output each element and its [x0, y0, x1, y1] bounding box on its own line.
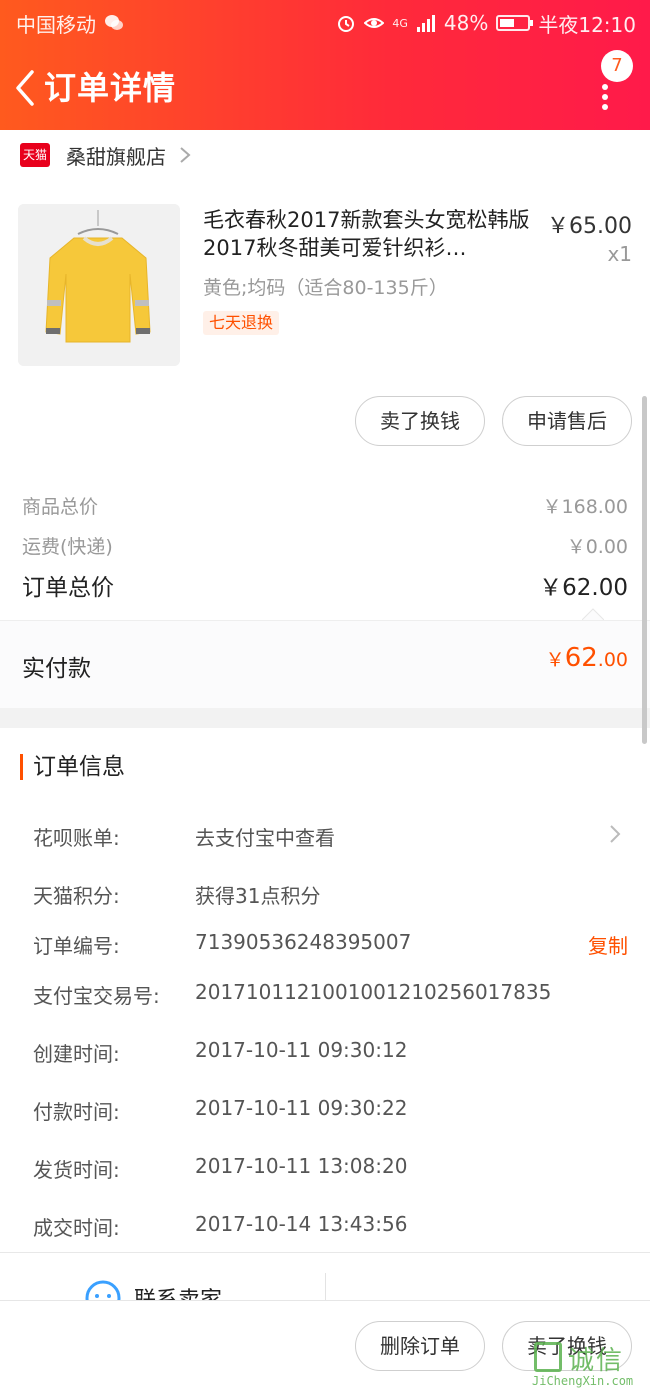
product-title[interactable]: 毛衣春秋2017新款套头女宽松韩版 2017秋冬甜美可爱针织衫…: [203, 206, 543, 262]
order-total-value: ￥62.00: [539, 575, 628, 601]
shipping-row: 运费(快递) ￥0.00: [22, 532, 628, 559]
info-label: 订单编号:: [33, 934, 120, 958]
shipping-value: ￥0.00: [566, 536, 628, 558]
divider: [325, 1273, 326, 1300]
huabei-row[interactable]: 花呗账单: 去支付宝中查看: [33, 822, 628, 851]
paid-decimal: .00: [597, 649, 628, 671]
paid-label: 实付款: [22, 656, 91, 682]
info-label: 发货时间:: [33, 1158, 120, 1182]
tmall-logo: 天猫: [20, 143, 50, 167]
contact-seller-button[interactable]: 联系卖家: [84, 1279, 222, 1300]
goods-total-value: ￥168.00: [542, 496, 628, 518]
order-total-label: 订单总价: [22, 575, 114, 601]
goods-total-label: 商品总价: [22, 496, 99, 518]
contact-seller-label: 联系卖家: [134, 1282, 222, 1300]
product-price: ￥65.00: [547, 214, 632, 239]
delete-order-button[interactable]: 删除订单: [355, 1321, 485, 1371]
carrier-name: 中国移动: [16, 12, 96, 37]
info-label: 花呗账单:: [33, 826, 120, 850]
info-value: 2017-10-14 13:43:56: [195, 1212, 408, 1236]
info-value: 71390536248395007: [195, 930, 412, 954]
return-policy-tag: 七天退换: [203, 311, 280, 335]
chat-icon: [85, 1280, 121, 1300]
info-label: 创建时间:: [33, 1042, 120, 1066]
message-badge: 7: [601, 50, 633, 82]
eye-icon: [364, 18, 385, 28]
signal-icon: [416, 15, 435, 32]
nav-bar: 订单详情 7: [0, 50, 650, 118]
network-type: 4G: [392, 16, 408, 30]
copy-button[interactable]: 复制: [588, 930, 628, 959]
battery-icon: [496, 15, 534, 31]
sell-exchange-button[interactable]: 卖了换钱: [355, 396, 485, 446]
info-value: 去支付宝中查看: [195, 826, 335, 850]
info-label: 成交时间:: [33, 1216, 120, 1240]
order-info-section: 订单信息 花呗账单: 去支付宝中查看 天猫积分: 获得31点积分 订单编号: 7…: [0, 728, 650, 1252]
info-value: 2017-10-11 09:30:12: [195, 1038, 408, 1062]
watermark-logo: [534, 1342, 562, 1372]
shipped-time-row: 发货时间: 2017-10-11 13:08:20: [33, 1154, 628, 1183]
product-quantity: x1: [607, 242, 632, 266]
battery-percent: 48%: [443, 11, 489, 35]
chevron-right-icon: [180, 147, 191, 163]
paid-amount: ￥62.00: [546, 643, 628, 673]
info-label: 天猫积分:: [33, 884, 120, 908]
chevron-right-icon: [610, 825, 621, 843]
carrier-group: 中国移动: [16, 9, 124, 38]
product-image[interactable]: [18, 204, 180, 366]
watermark-text: 诚信: [568, 1346, 625, 1376]
order-info-title: 订单信息: [20, 754, 125, 780]
info-label: 付款时间:: [33, 1100, 120, 1124]
alarm-icon: [338, 16, 355, 32]
contact-bar: 联系卖家: [0, 1252, 650, 1300]
page-title: 订单详情: [44, 69, 177, 107]
order-number-row: 订单编号: 71390536248395007 复制: [33, 930, 628, 959]
order-total-row: 订单总价 ￥62.00: [22, 568, 628, 602]
paid-amount-box: 实付款 ￥62.00: [0, 620, 650, 708]
watermark-url: JiChengXin.com: [532, 1374, 634, 1388]
paid-integer: 62: [564, 643, 598, 673]
info-label: 支付宝交易号:: [33, 984, 160, 1008]
status-bar: 中国移动 4G 48% 半夜12:10: [16, 8, 636, 38]
goods-total-row: 商品总价 ￥168.00: [22, 492, 628, 519]
scrollbar[interactable]: [642, 396, 647, 744]
clock: 半夜12:10: [538, 12, 636, 37]
status-icons: 4G 48% 半夜12:10: [336, 9, 636, 38]
more-button[interactable]: 7: [590, 50, 633, 110]
shop-row[interactable]: 天猫 桑甜旗舰店: [20, 140, 192, 170]
more-icon: [602, 84, 608, 110]
header: 中国移动 4G 48% 半夜12:10 订单详情 7: [0, 0, 650, 130]
alipay-trade-row: 支付宝交易号: 2017101121001001210256017835: [33, 980, 628, 1009]
sweater-illustration: [18, 204, 180, 366]
created-time-row: 创建时间: 2017-10-11 09:30:12: [33, 1038, 628, 1067]
product-sku: 黄色;均码（适合80-135斤）: [203, 277, 448, 299]
order-card: 天猫 桑甜旗舰店 毛衣春秋2017新款套头女宽松韩版 2017秋冬甜美可爱针织衫…: [0, 130, 650, 708]
info-value: 获得31点积分: [195, 884, 321, 908]
shipping-label: 运费(快递): [22, 536, 113, 558]
info-value: 2017101121001001210256017835: [195, 980, 552, 1004]
caret-up-icon: [582, 608, 604, 620]
wechat-icon: [105, 15, 123, 30]
watermark: 诚信 JiChengXin.com: [520, 1336, 650, 1390]
back-icon[interactable]: [10, 68, 40, 108]
tmall-points-row: 天猫积分: 获得31点积分: [33, 880, 628, 909]
after-sale-button[interactable]: 申请售后: [502, 396, 632, 446]
paid-currency: ￥: [545, 649, 565, 671]
info-value: 2017-10-11 09:30:22: [195, 1096, 408, 1120]
info-value: 2017-10-11 13:08:20: [195, 1154, 408, 1178]
shop-name: 桑甜旗舰店: [66, 144, 166, 169]
deal-time-row: 成交时间: 2017-10-14 13:43:56: [33, 1212, 628, 1241]
paid-time-row: 付款时间: 2017-10-11 09:30:22: [33, 1096, 628, 1125]
